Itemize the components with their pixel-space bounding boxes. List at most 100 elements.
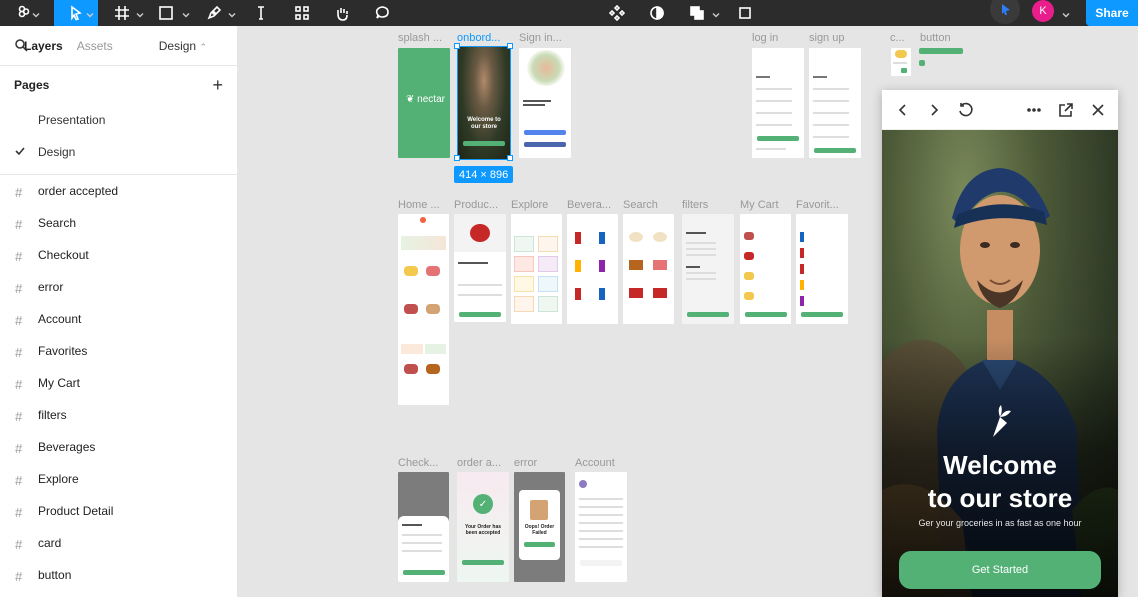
frame-label[interactable]: Home ... (398, 199, 440, 211)
open-external-icon[interactable] (1057, 101, 1075, 119)
layer-label: My Cart (38, 376, 80, 390)
page-item-presentation[interactable]: Presentation (0, 104, 237, 136)
frame-product-detail[interactable] (454, 214, 506, 322)
components-icon[interactable] (606, 0, 628, 26)
comment-icon[interactable] (370, 0, 394, 26)
check-icon (14, 145, 26, 160)
layer-item[interactable]: # Explore (0, 463, 237, 495)
frame-label[interactable]: button (920, 32, 951, 44)
tab-assets[interactable]: Assets (77, 39, 113, 53)
frame-button-small[interactable] (919, 60, 925, 66)
page-item-design[interactable]: Design (0, 136, 237, 168)
frame-label[interactable]: filters (682, 199, 708, 211)
chevron-down-icon[interactable] (182, 8, 190, 18)
layer-item[interactable]: # Search (0, 207, 237, 239)
frame-checkout[interactable] (398, 472, 449, 582)
layer-item[interactable]: # Favorites (0, 335, 237, 367)
frame-label[interactable]: My Cart (740, 199, 779, 211)
selection-handle[interactable] (507, 43, 513, 49)
splash-logo-text: nectar (417, 94, 445, 105)
layer-item[interactable]: # Beverages (0, 431, 237, 463)
frame-tool-icon[interactable] (110, 0, 134, 26)
frame-label[interactable]: log in (752, 32, 778, 44)
frame-label[interactable]: Account (575, 457, 615, 469)
design-dropdown[interactable]: Design ⌃ (159, 39, 207, 53)
share-button[interactable]: Share (1086, 0, 1138, 26)
frame-home[interactable] (398, 214, 449, 405)
contrast-icon[interactable] (646, 0, 668, 26)
frame-label-selected[interactable]: onbord... (457, 32, 500, 44)
layers-panel: Layers Assets Design ⌃ Pages + Presentat… (0, 26, 238, 597)
frame-label[interactable]: Search (623, 199, 658, 211)
frame-hash-icon: # (15, 185, 23, 200)
boolean-icon[interactable] (686, 0, 708, 26)
layer-item[interactable]: # filters (0, 399, 237, 431)
frame-label[interactable]: Produc... (454, 199, 498, 211)
chevron-down-icon[interactable] (86, 8, 94, 18)
frame-sign-in[interactable] (519, 48, 571, 158)
preview-toolbar (882, 90, 1118, 130)
hand-tool-icon[interactable] (330, 0, 354, 26)
frame-card[interactable] (891, 48, 911, 76)
frame-label[interactable]: splash ... (398, 32, 442, 44)
multiplayer-cursor-avatar[interactable] (990, 0, 1020, 24)
frame-filters[interactable] (682, 214, 734, 324)
frame-search[interactable] (623, 214, 674, 324)
get-started-button[interactable]: Get Started (899, 551, 1101, 589)
layer-item[interactable]: # My Cart (0, 367, 237, 399)
more-icon[interactable] (1025, 101, 1043, 119)
chevron-down-icon[interactable] (1062, 8, 1070, 18)
chevron-down-icon[interactable] (136, 8, 144, 18)
chevron-down-icon[interactable] (228, 8, 236, 18)
layer-item[interactable]: # Product Detail (0, 495, 237, 527)
layer-item[interactable]: # card (0, 527, 237, 559)
frame-label[interactable]: order a... (457, 457, 501, 469)
chevron-down-icon[interactable] (32, 8, 40, 18)
add-page-icon[interactable]: + (212, 75, 223, 96)
frame-order-accepted[interactable]: ✓ Your Order has been accepted (457, 472, 509, 582)
frame-favorites[interactable] (796, 214, 848, 324)
frame-beverages[interactable] (567, 214, 618, 324)
frame-sign-up[interactable] (809, 48, 861, 158)
layer-item[interactable]: # error (0, 271, 237, 303)
layer-item[interactable]: # Checkout (0, 239, 237, 271)
layer-label: order accepted (38, 184, 119, 198)
frame-label[interactable]: sign up (809, 32, 844, 44)
frame-label[interactable]: c... (890, 32, 905, 44)
prototype-preview[interactable]: Welcome to our store Ger your groceries … (882, 90, 1118, 597)
frame-error[interactable]: Oops! Order Failed (514, 472, 565, 582)
frame-label[interactable]: Bevera... (567, 199, 611, 211)
frame-log-in[interactable] (752, 48, 804, 158)
chevron-down-icon[interactable] (712, 8, 720, 18)
frame-button[interactable] (919, 48, 963, 54)
selection-handle[interactable] (454, 43, 460, 49)
layer-item[interactable]: # order accepted (0, 175, 237, 207)
frame-account[interactable] (575, 472, 627, 582)
tab-layers[interactable]: Layers (24, 39, 63, 53)
frame-splash[interactable]: ❦ nectar (398, 48, 450, 158)
resources-icon[interactable] (290, 0, 314, 26)
crop-icon[interactable] (734, 0, 756, 26)
layer-item[interactable]: # Account (0, 303, 237, 335)
pen-tool-icon[interactable] (202, 0, 226, 26)
frame-label[interactable]: Favorit... (796, 199, 839, 211)
back-icon[interactable] (894, 101, 912, 119)
product-thumb (404, 304, 418, 314)
layer-label: Search (38, 216, 77, 230)
frame-label[interactable]: Explore (511, 199, 548, 211)
frame-label[interactable]: error (514, 457, 537, 469)
shape-tool-icon[interactable] (154, 0, 178, 26)
close-icon[interactable] (1089, 101, 1107, 119)
frame-label[interactable]: Check... (398, 457, 438, 469)
user-avatar[interactable]: K (1032, 0, 1054, 22)
frame-onboarding[interactable]: Welcome to our store (457, 46, 511, 160)
forward-icon[interactable] (925, 101, 943, 119)
restart-icon[interactable] (956, 101, 974, 119)
frame-explore[interactable] (511, 214, 562, 324)
selection-handle[interactable] (454, 155, 460, 161)
layer-item[interactable]: # button (0, 559, 237, 591)
frame-label[interactable]: Sign in... (519, 32, 562, 44)
frame-my-cart[interactable] (740, 214, 791, 324)
selection-handle[interactable] (507, 155, 513, 161)
text-tool-icon[interactable] (250, 0, 272, 26)
